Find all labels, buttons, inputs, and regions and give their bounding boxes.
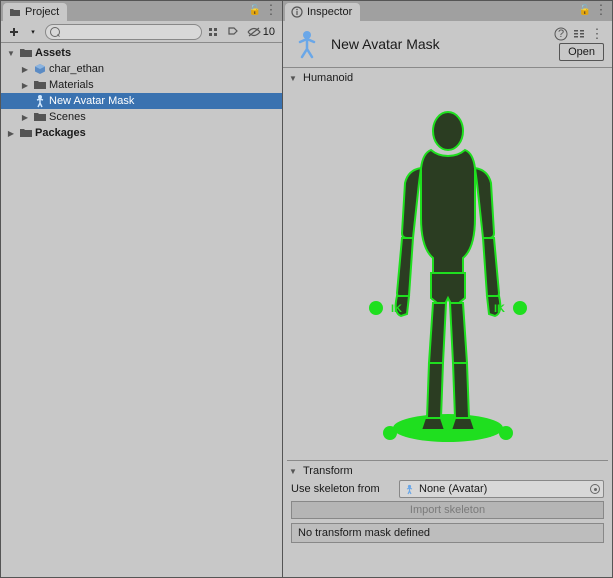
tree-label: Assets	[35, 47, 71, 59]
tree-assets[interactable]: Assets	[1, 45, 282, 61]
section-label: Transform	[303, 465, 353, 477]
prefab-icon	[33, 62, 47, 76]
humanoid-body-diagram[interactable]: IK IK IK IK	[287, 88, 608, 458]
asset-title: New Avatar Mask	[331, 36, 546, 52]
create-button[interactable]	[5, 23, 23, 41]
tree-label: Packages	[35, 127, 86, 139]
inspector-tab-bar: Inspector	[283, 1, 612, 21]
foldout-icon[interactable]	[19, 111, 31, 123]
tree-label: char_ethan	[49, 63, 104, 75]
project-tab-bar: Project	[1, 1, 282, 21]
ik-label: IK	[391, 303, 402, 315]
open-button[interactable]: Open	[559, 43, 604, 61]
project-tree: Assets char_ethan Materials N	[1, 43, 282, 577]
lock-icon[interactable]	[248, 3, 262, 17]
filter-by-label-button[interactable]	[224, 23, 242, 41]
svg-text:?: ?	[558, 28, 564, 40]
tree-label: Materials	[49, 79, 94, 91]
foldout-icon[interactable]	[19, 79, 31, 91]
context-menu-icon[interactable]	[594, 3, 608, 17]
avatar-mask-icon	[33, 94, 47, 108]
inspector-body: Humanoid	[283, 68, 612, 577]
ik-label: IK	[405, 428, 416, 440]
info-icon	[291, 6, 303, 18]
transform-section-header[interactable]: Transform	[287, 463, 608, 479]
mask-status-box: No transform mask defined	[291, 523, 604, 543]
section-label: Humanoid	[303, 72, 353, 84]
project-tab-label: Project	[25, 6, 59, 18]
foldout-icon[interactable]	[287, 465, 299, 477]
preset-icon[interactable]	[572, 27, 586, 41]
tree-char-ethan[interactable]: char_ethan	[1, 61, 282, 77]
help-icon[interactable]: ?	[554, 27, 568, 41]
folder-icon	[33, 110, 47, 124]
tree-label: New Avatar Mask	[49, 95, 134, 107]
ik-label: IK	[480, 428, 491, 440]
avatar-mask-icon	[291, 28, 323, 60]
inspector-tab[interactable]: Inspector	[285, 3, 360, 21]
use-skeleton-row: Use skeleton from None (Avatar)	[287, 479, 608, 499]
component-menu-icon[interactable]	[590, 27, 604, 41]
inspector-panel: Inspector New Avatar Mask ? Open	[283, 1, 612, 577]
lock-icon[interactable]	[578, 3, 592, 17]
folder-icon	[9, 6, 21, 18]
inspector-header: New Avatar Mask ? Open	[283, 21, 612, 68]
foldout-icon[interactable]	[5, 127, 17, 139]
avatar-field-value: None (Avatar)	[419, 483, 487, 495]
object-picker-icon[interactable]	[590, 484, 600, 494]
tree-packages[interactable]: Packages	[1, 125, 282, 141]
avatar-object-field[interactable]: None (Avatar)	[399, 480, 604, 498]
project-panel: Project 10	[1, 1, 283, 577]
tree-new-avatar-mask[interactable]: New Avatar Mask	[1, 93, 282, 109]
inspector-tab-label: Inspector	[307, 6, 352, 18]
avatar-mask-small-icon	[404, 484, 415, 495]
tree-label: Scenes	[49, 111, 86, 123]
transform-section: Transform Use skeleton from None (Avatar…	[287, 460, 608, 545]
folder-icon	[19, 46, 33, 60]
hidden-count-label: 10	[263, 26, 275, 38]
tree-scenes[interactable]: Scenes	[1, 109, 282, 125]
create-dropdown[interactable]	[25, 23, 43, 41]
humanoid-section-header[interactable]: Humanoid	[287, 70, 608, 86]
filter-by-type-button[interactable]	[204, 23, 222, 41]
foldout-icon[interactable]	[287, 72, 299, 84]
project-tab[interactable]: Project	[3, 3, 67, 21]
tree-materials[interactable]: Materials	[1, 77, 282, 93]
mask-status-label: No transform mask defined	[298, 527, 430, 539]
foldout-icon[interactable]	[19, 63, 31, 75]
ik-label: IK	[494, 303, 505, 315]
folder-icon	[33, 78, 47, 92]
use-skeleton-label: Use skeleton from	[291, 483, 395, 495]
folder-icon	[19, 126, 33, 140]
search-input[interactable]	[45, 24, 202, 40]
project-toolbar: 10	[1, 21, 282, 43]
context-menu-icon[interactable]	[264, 3, 278, 17]
foldout-icon[interactable]	[5, 47, 17, 59]
import-skeleton-button[interactable]: Import skeleton	[291, 501, 604, 519]
hidden-count-toggle[interactable]: 10	[244, 26, 278, 38]
